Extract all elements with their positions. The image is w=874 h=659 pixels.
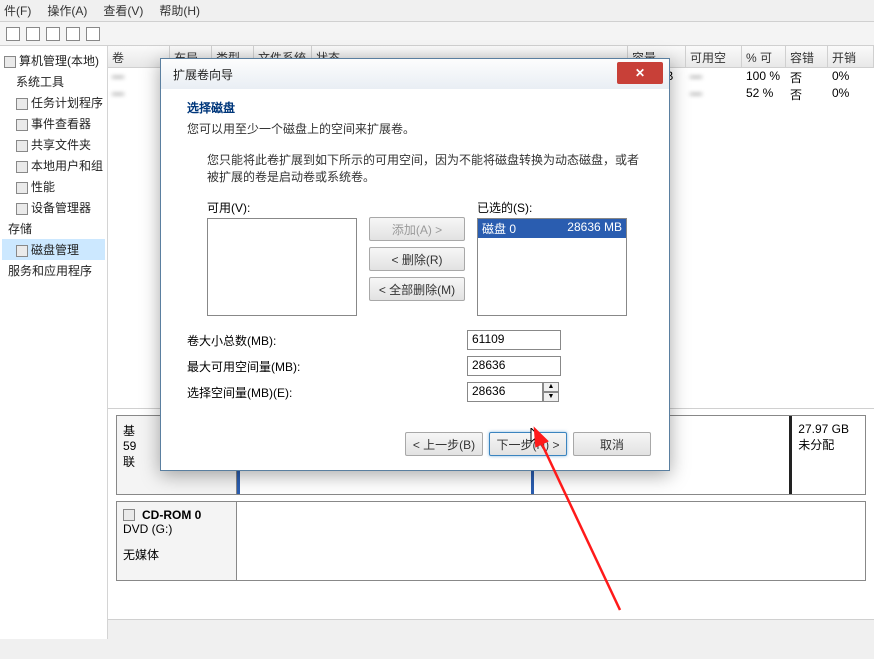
- remove-button[interactable]: < 删除(R): [369, 247, 465, 271]
- available-listbox[interactable]: [207, 218, 357, 316]
- col-overhead[interactable]: 开销: [828, 46, 874, 67]
- cdrom-icon: [123, 509, 135, 521]
- total-size-label: 卷大小总数(MB):: [187, 332, 467, 349]
- toolbar-icon[interactable]: [6, 27, 20, 41]
- computer-icon: [4, 56, 16, 68]
- dialog-subheading: 您可以用至少一个磁盘上的空间来扩展卷。: [187, 120, 643, 137]
- max-space-value: 28636: [467, 356, 561, 376]
- selected-disk-name: 磁盘 0: [482, 220, 516, 237]
- next-button[interactable]: 下一步(N) >: [489, 432, 567, 456]
- dialog-close-button[interactable]: ✕: [617, 62, 663, 84]
- spin-down-button[interactable]: ▼: [543, 392, 559, 402]
- tree-item-label: 事件查看器: [31, 117, 91, 131]
- tree-item-label: 服务和应用程序: [8, 264, 92, 278]
- tree-item-label: 本地用户和组: [31, 159, 103, 173]
- cdrom-title: CD-ROM 0: [142, 508, 201, 522]
- back-button[interactable]: < 上一步(B): [405, 432, 483, 456]
- menu-file[interactable]: 件(F): [4, 2, 31, 19]
- tree-item-disk-management[interactable]: 磁盘管理: [2, 239, 105, 260]
- toolbar-icon[interactable]: [86, 27, 100, 41]
- extend-volume-wizard-dialog: 扩展卷向导 ✕ 选择磁盘 您可以用至少一个磁盘上的空间来扩展卷。 您只能将此卷扩…: [160, 58, 670, 471]
- cell-pct: 100 %: [742, 68, 786, 85]
- col-free[interactable]: 可用空间: [686, 46, 742, 67]
- dialog-titlebar: 扩展卷向导 ✕: [161, 59, 669, 89]
- remove-all-button[interactable]: < 全部删除(M): [369, 277, 465, 301]
- tree-item-performance[interactable]: 性能: [2, 176, 105, 197]
- tree-item-label: 磁盘管理: [31, 243, 79, 257]
- tree-item-event-viewer[interactable]: 事件查看器: [2, 113, 105, 134]
- cdrom-row: CD-ROM 0 DVD (G:) 无媒体: [116, 501, 866, 581]
- menu-help[interactable]: 帮助(H): [159, 2, 200, 19]
- cell-tol: 否: [786, 68, 828, 85]
- tree-item-system-tools[interactable]: 系统工具: [2, 71, 105, 92]
- nav-tree: 算机管理(本地) 系统工具 任务计划程序 事件查看器 共享文件夹 本地用户和组 …: [0, 46, 108, 639]
- status-bar: [108, 619, 874, 639]
- tree-item-services-apps[interactable]: 服务和应用程序: [2, 260, 105, 281]
- cell-ovr: 0%: [828, 85, 874, 102]
- unalloc-size: 27.97 GB: [798, 422, 859, 436]
- cell-tol: 否: [786, 85, 828, 102]
- selected-disk-size: 28636 MB: [567, 220, 622, 237]
- cdrom-drive: DVD (G:): [123, 522, 230, 536]
- cell-ovr: 0%: [828, 68, 874, 85]
- tree-item-shared-folders[interactable]: 共享文件夹: [2, 134, 105, 155]
- disk-icon: [16, 245, 28, 257]
- menu-view[interactable]: 查看(V): [103, 2, 143, 19]
- cdrom-empty-block: [237, 502, 865, 580]
- dialog-title: 扩展卷向导: [173, 66, 233, 83]
- add-button[interactable]: 添加(A) >: [369, 217, 465, 241]
- tree-root[interactable]: 算机管理(本地): [2, 50, 105, 71]
- toolbar-icon[interactable]: [66, 27, 80, 41]
- tree-item-label: 共享文件夹: [31, 138, 91, 152]
- cell-pct: 52 %: [742, 85, 786, 102]
- menu-action[interactable]: 操作(A): [47, 2, 87, 19]
- toolbar-icon[interactable]: [26, 27, 40, 41]
- close-icon: ✕: [635, 66, 645, 80]
- selected-disk-item[interactable]: 磁盘 0 28636 MB: [478, 219, 626, 238]
- event-viewer-icon: [16, 119, 28, 131]
- tree-item-local-users[interactable]: 本地用户和组: [2, 155, 105, 176]
- col-tolerance[interactable]: 容错: [786, 46, 828, 67]
- cdrom-status: 无媒体: [123, 546, 230, 563]
- users-icon: [16, 161, 28, 173]
- cdrom-label: CD-ROM 0 DVD (G:) 无媒体: [117, 502, 237, 580]
- toolbar-icon[interactable]: [46, 27, 60, 41]
- tree-item-label: 任务计划程序: [31, 96, 103, 110]
- tree-item-device-manager[interactable]: 设备管理器: [2, 197, 105, 218]
- selected-label: 已选的(S):: [477, 199, 627, 216]
- available-label: 可用(V):: [207, 199, 357, 216]
- total-size-value: 61109: [467, 330, 561, 350]
- scheduler-icon: [16, 98, 28, 110]
- select-space-spinner[interactable]: 28636 ▲ ▼: [467, 382, 559, 402]
- performance-icon: [16, 182, 28, 194]
- tree-root-label: 算机管理(本地): [19, 54, 99, 68]
- tree-item-label: 性能: [31, 180, 55, 194]
- tree-item-task-scheduler[interactable]: 任务计划程序: [2, 92, 105, 113]
- tree-item-label: 存储: [8, 222, 32, 236]
- menu-bar: 件(F) 操作(A) 查看(V) 帮助(H): [0, 0, 874, 22]
- col-percent[interactable]: % 可用: [742, 46, 786, 67]
- device-manager-icon: [16, 203, 28, 215]
- selected-listbox[interactable]: 磁盘 0 28636 MB: [477, 218, 627, 316]
- cancel-button[interactable]: 取消: [573, 432, 651, 456]
- tree-item-label: 设备管理器: [31, 201, 91, 215]
- max-space-label: 最大可用空间量(MB):: [187, 358, 467, 375]
- tree-item-storage[interactable]: 存储: [2, 218, 105, 239]
- toolbar: [0, 22, 874, 46]
- select-space-input[interactable]: 28636: [467, 382, 543, 402]
- select-space-label: 选择空间量(MB)(E):: [187, 384, 467, 401]
- unalloc-label: 未分配: [798, 436, 859, 453]
- tree-item-label: 系统工具: [16, 75, 64, 89]
- disk-0-unallocated[interactable]: 27.97 GB 未分配: [789, 416, 865, 494]
- dialog-heading: 选择磁盘: [187, 99, 643, 116]
- shared-folder-icon: [16, 140, 28, 152]
- dialog-note: 您只能将此卷扩展到如下所示的可用空间，因为不能将磁盘转换为动态磁盘，或者被扩展的…: [207, 151, 643, 185]
- spin-up-button[interactable]: ▲: [543, 382, 559, 392]
